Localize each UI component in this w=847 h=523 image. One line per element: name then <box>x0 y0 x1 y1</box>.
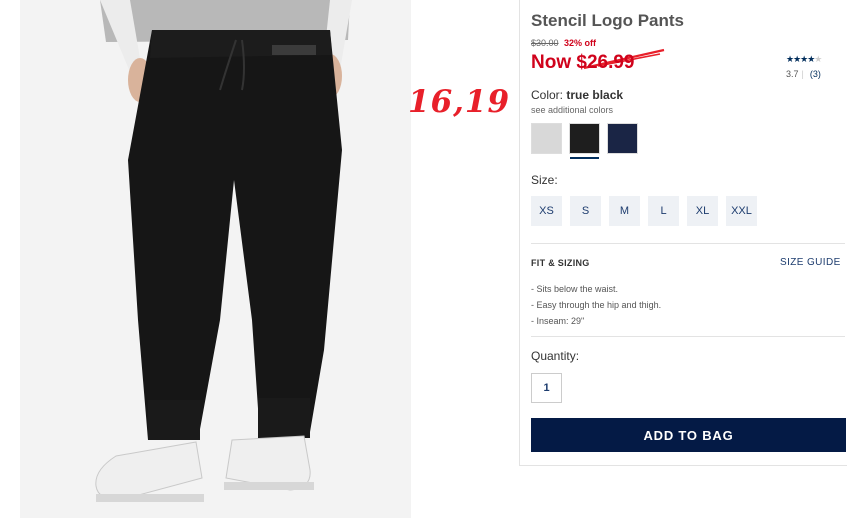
review-count-link[interactable]: (3) <box>810 69 821 79</box>
quantity-label: Quantity: <box>531 349 580 363</box>
color-label: Color: true black <box>531 88 624 102</box>
size-option-l[interactable]: L <box>648 196 679 226</box>
size-options: XS S M L XL XXL <box>531 196 757 226</box>
rating-widget[interactable]: ★★★★★ 3.7 | (3) <box>786 54 822 79</box>
handwritten-price-note: 16,19 <box>408 84 511 120</box>
list-item: - Easy through the hip and thigh. <box>531 300 662 310</box>
product-image[interactable] <box>20 0 411 518</box>
list-item: - Sits below the waist. <box>531 284 619 294</box>
size-option-xs[interactable]: XS <box>531 196 562 226</box>
size-option-s[interactable]: S <box>570 196 601 226</box>
color-swatches <box>531 123 638 159</box>
list-item: - Inseam: 29" <box>531 316 585 326</box>
quantity-field[interactable]: 1 <box>531 373 562 403</box>
size-guide-link[interactable]: SIZE GUIDE <box>780 257 841 268</box>
size-option-xl[interactable]: XL <box>687 196 718 226</box>
sale-price: Now $26.99 <box>531 52 635 73</box>
fit-details-list: - Sits below the waist. - Easy through t… <box>531 281 661 329</box>
product-title: Stencil Logo Pants <box>531 11 685 30</box>
see-additional-colors-link[interactable]: see additional colors <box>531 105 613 115</box>
discount-badge: 32% off <box>564 38 597 48</box>
size-option-m[interactable]: M <box>609 196 640 226</box>
pants-photo <box>20 0 411 518</box>
divider <box>531 336 845 337</box>
original-price-row: $30.00 32% off <box>531 38 596 48</box>
swatch-true-black[interactable] <box>569 123 600 159</box>
original-price: $30.00 <box>531 38 559 48</box>
size-option-xxl[interactable]: XXL <box>726 196 757 226</box>
fit-sizing-heading: FIT & SIZING <box>531 258 590 268</box>
swatch-navy[interactable] <box>607 123 638 154</box>
swatch-heather-grey[interactable] <box>531 123 562 154</box>
star-rating-icon: ★★★★★ <box>786 54 822 64</box>
rating-score: 3.7 <box>786 69 799 79</box>
selected-color-name: true black <box>566 88 624 102</box>
divider <box>531 243 845 244</box>
size-label: Size: <box>531 173 558 187</box>
add-to-bag-button[interactable]: ADD TO BAG <box>531 418 846 452</box>
product-details-panel: Stencil Logo Pants $30.00 32% off Now $2… <box>519 0 847 466</box>
